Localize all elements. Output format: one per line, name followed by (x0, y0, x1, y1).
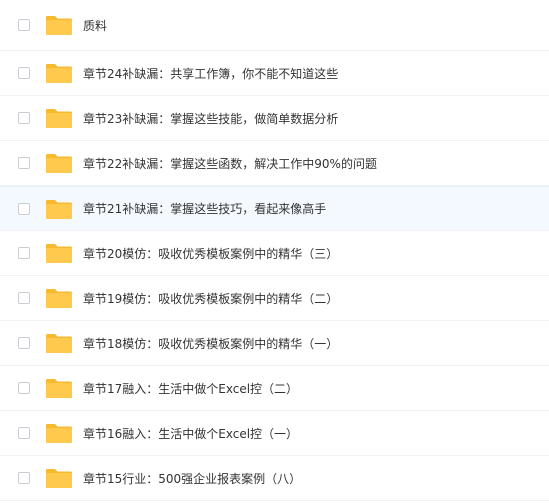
row-checkbox[interactable] (18, 337, 30, 349)
folder-icon (46, 469, 72, 488)
row-checkbox[interactable] (18, 472, 30, 484)
file-row-4[interactable]: 章节21补缺漏：掌握这些技巧，看起来像高手 (0, 186, 549, 231)
file-row-0[interactable]: 质料 (0, 0, 549, 51)
file-name[interactable]: 章节16融入：生活中做个Excel控（一） (83, 425, 298, 442)
row-checkbox[interactable] (18, 157, 30, 169)
file-name[interactable]: 章节22补缺漏：掌握这些函数，解决工作中90%的问题 (83, 155, 377, 172)
file-row-8[interactable]: 章节17融入：生活中做个Excel控（二） (0, 366, 549, 411)
folder-icon (46, 379, 72, 398)
folder-icon (46, 289, 72, 308)
file-name[interactable]: 章节17融入：生活中做个Excel控（二） (83, 380, 298, 397)
file-row-9[interactable]: 章节16融入：生活中做个Excel控（一） (0, 411, 549, 456)
folder-icon (46, 424, 72, 443)
folder-icon (46, 199, 72, 219)
file-row-6[interactable]: 章节19模仿：吸收优秀模板案例中的精华（二） (0, 276, 549, 321)
file-row-2[interactable]: 章节23补缺漏：掌握这些技能，做简单数据分析 (0, 96, 549, 141)
file-name[interactable]: 章节24补缺漏：共享工作簿，你不能不知道这些 (83, 65, 338, 82)
folder-icon (46, 64, 72, 83)
file-list: 质料 章节24补缺漏：共享工作簿，你不能不知道这些 章节23补缺漏：掌握这些技能… (0, 0, 549, 503)
row-checkbox[interactable] (18, 382, 30, 394)
file-name[interactable]: 章节19模仿：吸收优秀模板案例中的精华（二） (83, 290, 338, 307)
file-rows: 章节24补缺漏：共享工作簿，你不能不知道这些 章节23补缺漏：掌握这些技能，做简… (0, 51, 549, 501)
file-name[interactable]: 章节18模仿：吸收优秀模板案例中的精华（一） (83, 335, 338, 352)
file-name[interactable]: 质料 (83, 17, 107, 34)
row-checkbox[interactable] (18, 19, 30, 31)
file-name[interactable]: 章节15行业：500强企业报表案例（八） (83, 470, 301, 487)
folder-icon (46, 16, 72, 35)
file-name[interactable]: 章节20模仿：吸收优秀模板案例中的精华（三） (83, 245, 338, 262)
file-name[interactable]: 章节23补缺漏：掌握这些技能，做简单数据分析 (83, 110, 338, 127)
row-checkbox[interactable] (18, 247, 30, 259)
folder-icon (46, 109, 72, 128)
row-checkbox[interactable] (18, 202, 30, 215)
file-row-5[interactable]: 章节20模仿：吸收优秀模板案例中的精华（三） (0, 231, 549, 276)
row-checkbox[interactable] (18, 67, 30, 79)
folder-icon (46, 244, 72, 263)
row-checkbox[interactable] (18, 427, 30, 439)
file-name[interactable]: 章节21补缺漏：掌握这些技巧，看起来像高手 (83, 200, 326, 217)
file-row-3[interactable]: 章节22补缺漏：掌握这些函数，解决工作中90%的问题 (0, 141, 549, 186)
file-row-1[interactable]: 章节24补缺漏：共享工作簿，你不能不知道这些 (0, 51, 549, 96)
folder-icon (46, 154, 72, 173)
file-row-7[interactable]: 章节18模仿：吸收优秀模板案例中的精华（一） (0, 321, 549, 366)
folder-icon (46, 334, 72, 353)
file-row-10[interactable]: 章节15行业：500强企业报表案例（八） (0, 456, 549, 501)
row-checkbox[interactable] (18, 292, 30, 304)
row-checkbox[interactable] (18, 112, 30, 124)
